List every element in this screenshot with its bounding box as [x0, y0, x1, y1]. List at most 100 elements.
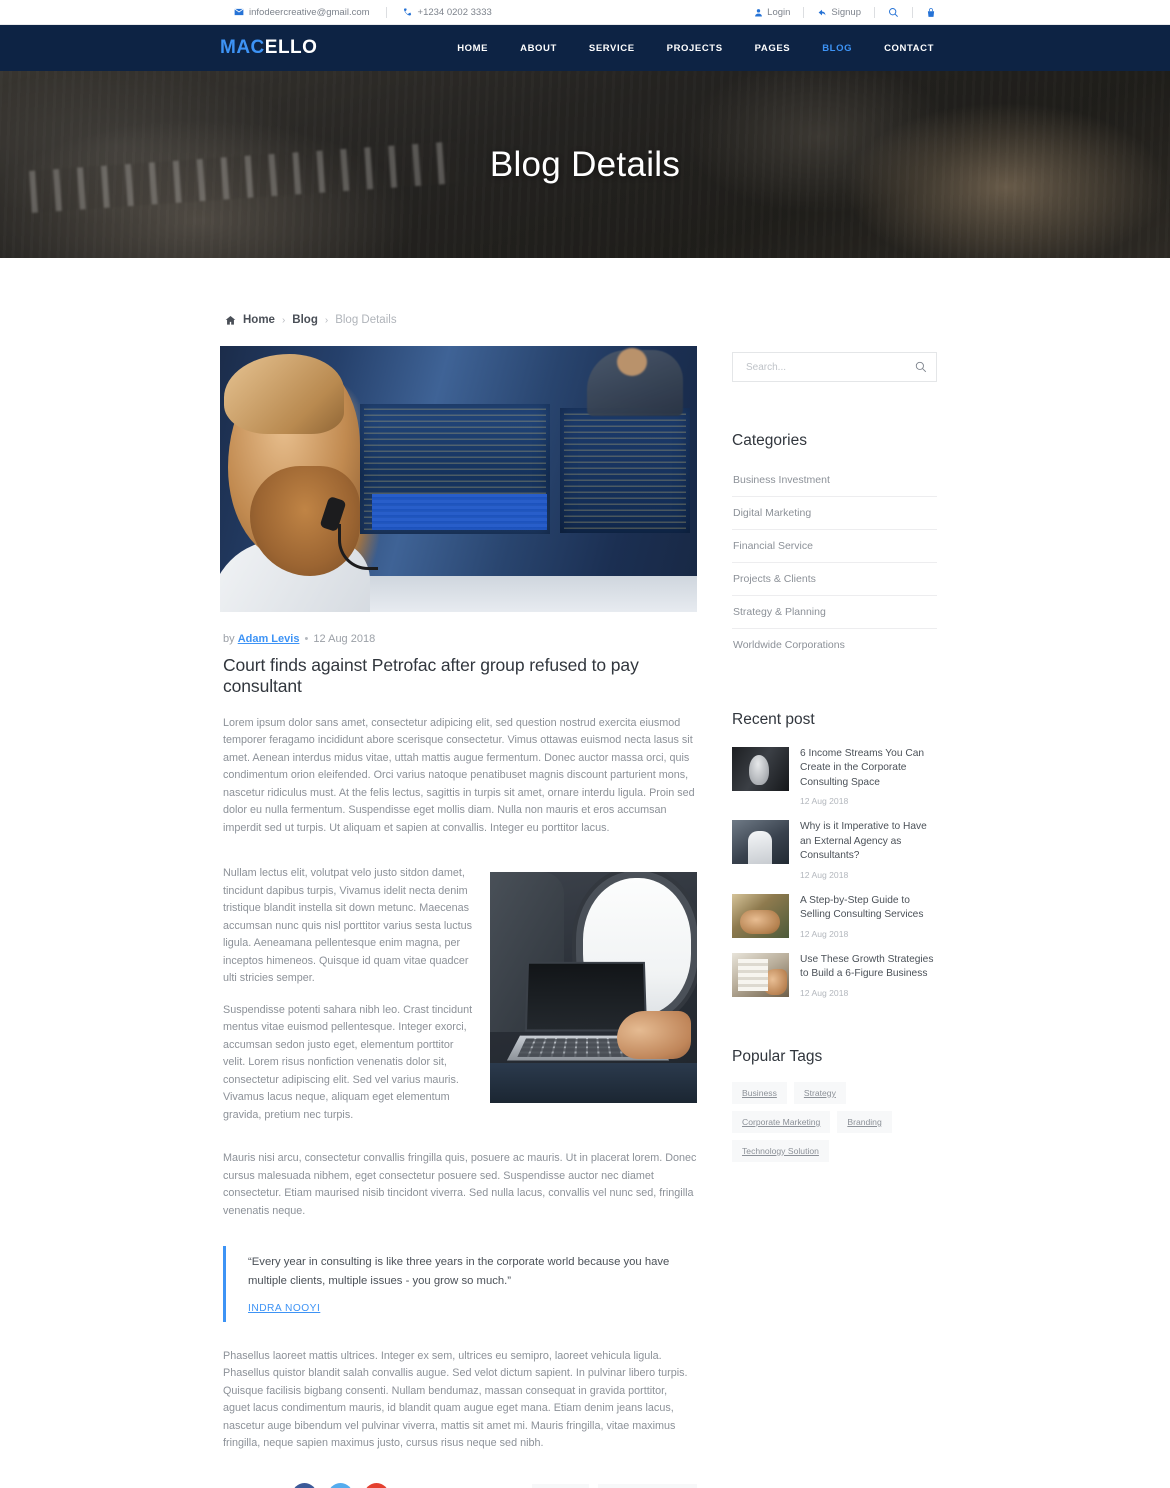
top-bar: infodeercreative@gmail.com +1234 0202 33… — [0, 0, 1170, 25]
recent-post-item[interactable]: 6 Income Streams You Can Create in the C… — [732, 747, 937, 806]
lap-graphic — [490, 1063, 697, 1104]
breadcrumb: Home › Blog › Blog Details — [220, 258, 950, 326]
recent-post-title[interactable]: 6 Income Streams You Can Create in the C… — [800, 747, 937, 790]
search-icon — [915, 361, 927, 373]
sidebar: Categories Business Investment Digital M… — [732, 346, 937, 1162]
login-label: Login — [767, 6, 791, 18]
logo-first: MAC — [220, 37, 265, 58]
nav-item-home[interactable]: HOME — [441, 43, 504, 54]
phone-link[interactable]: +1234 0202 3333 — [403, 7, 492, 18]
recent-post-thumbnail — [732, 820, 789, 865]
recent-post-date: 12 Aug 2018 — [800, 796, 849, 807]
breadcrumb-separator: › — [281, 314, 286, 326]
post-inline-image — [490, 872, 697, 1104]
breadcrumb-blog[interactable]: Blog — [292, 314, 318, 326]
post-paragraph-5: Phasellus laoreet mattis ultrices. Integ… — [223, 1349, 688, 1450]
recent-post-text: Use These Growth Strategies to Build a 6… — [800, 953, 937, 998]
sidebar-tags-title: Popular Tags — [732, 1047, 823, 1065]
nav-item-blog[interactable]: BLOG — [806, 43, 868, 54]
post-paragraph-1: Lorem ipsum dolor sans amet, consectetur… — [223, 717, 695, 834]
main-navigation: MACELLO HOME ABOUT SERVICE PROJECTS PAGE… — [0, 25, 1170, 71]
post-date: 12 Aug 2018 — [313, 633, 376, 645]
page-title: Blog Details — [489, 144, 681, 184]
page-wrap: Home › Blog › Blog Details by Adam Levis… — [0, 258, 1170, 1488]
post-paragraph-4: Mauris nisi arcu, consectetur convallis … — [223, 1152, 697, 1217]
category-item[interactable]: Projects & Clients — [732, 563, 937, 596]
google-plus-icon[interactable]: G+ — [364, 1482, 390, 1488]
hand-graphic — [617, 1011, 691, 1060]
nav-item-about[interactable]: ABOUT — [504, 43, 573, 54]
email-text: infodeercreative@gmail.com — [249, 6, 370, 18]
sidebar-tag[interactable]: Corporate Marketing — [732, 1110, 831, 1133]
sidebar-tag[interactable]: Business — [732, 1081, 787, 1104]
sidebar-recent-title: Recent post — [732, 711, 815, 728]
recent-post-title[interactable]: A Step-by-Step Guide to Selling Consulti… — [800, 894, 937, 923]
nav-item-service[interactable]: SERVICE — [573, 43, 651, 54]
recent-post-text: A Step-by-Step Guide to Selling Consulti… — [800, 894, 937, 939]
main-content: by Adam Levis • 12 Aug 2018 Court finds … — [220, 346, 697, 1488]
ticker-graphic — [372, 494, 547, 530]
search-icon[interactable] — [888, 7, 899, 18]
recent-post-title[interactable]: Why is it Imperative to Have an External… — [800, 820, 937, 863]
recent-post-date: 12 Aug 2018 — [800, 928, 849, 939]
recent-post-title[interactable]: Use These Growth Strategies to Build a 6… — [800, 953, 937, 982]
breadcrumb-home[interactable]: Home — [243, 314, 275, 326]
search-button[interactable] — [915, 361, 927, 373]
site-logo[interactable]: MACELLO — [220, 37, 317, 59]
recent-post-text: Why is it Imperative to Have an External… — [800, 820, 937, 879]
nav-menu: HOME ABOUT SERVICE PROJECTS PAGES BLOG C… — [441, 43, 950, 54]
top-bar-actions: Login Signup — [754, 6, 936, 18]
category-item[interactable]: Strategy & Planning — [732, 596, 937, 629]
recent-post-item[interactable]: Why is it Imperative to Have an External… — [732, 820, 937, 880]
sidebar-recent-list: 6 Income Streams You Can Create in the C… — [732, 747, 937, 998]
signup-link[interactable]: Signup — [817, 7, 861, 18]
blockquote-author[interactable]: INDRA NOOYI — [248, 1303, 697, 1314]
page-hero: Blog Details — [0, 71, 1170, 258]
sidebar-tags-list: Business Strategy Corporate Marketing Br… — [732, 1081, 937, 1162]
content-columns: by Adam Levis • 12 Aug 2018 Court finds … — [220, 326, 950, 1488]
post-text-with-image: Nullam lectus elit, volutpat velo justo … — [220, 837, 697, 1124]
twitter-icon[interactable] — [328, 1482, 354, 1488]
divider — [912, 6, 913, 18]
divider — [874, 6, 875, 18]
recent-post-thumbnail — [732, 747, 789, 791]
nav-item-pages[interactable]: PAGES — [739, 43, 807, 54]
post-paragraph-3: Suspendisse potenti sahara nibh leo. Cra… — [223, 1003, 473, 1121]
category-item[interactable]: Business Investment — [732, 464, 937, 497]
post-tag[interactable]: Technology Solution — [598, 1484, 697, 1488]
breadcrumb-separator: › — [324, 314, 329, 326]
recent-post-item[interactable]: A Step-by-Step Guide to Selling Consulti… — [732, 893, 937, 939]
search-input[interactable] — [733, 353, 936, 381]
category-item[interactable]: Digital Marketing — [732, 497, 937, 530]
sidebar-tag[interactable]: Strategy — [793, 1081, 846, 1104]
sidebar-tag[interactable]: Technology Solution — [732, 1139, 829, 1162]
divider — [385, 6, 387, 18]
email-link[interactable]: infodeercreative@gmail.com — [234, 7, 370, 18]
category-item[interactable]: Financial Service — [732, 530, 937, 563]
sidebar-search[interactable] — [732, 352, 937, 382]
background-person-graphic — [587, 350, 683, 416]
sidebar-categories-list: Business Investment Digital Marketing Fi… — [732, 464, 937, 661]
nav-item-projects[interactable]: PROJECTS — [651, 43, 739, 54]
post-author[interactable]: Adam Levis — [238, 633, 300, 645]
nav-item-contact[interactable]: CONTACT — [868, 43, 950, 54]
breadcrumb-current: Blog Details — [335, 314, 397, 326]
sidebar-tag[interactable]: Branding — [837, 1110, 892, 1133]
recent-post-thumbnail — [732, 893, 789, 938]
phone-icon — [403, 7, 413, 17]
envelope-icon — [234, 7, 244, 17]
category-item[interactable]: Worldwide Corporations — [732, 629, 937, 661]
post-tags: Tag: Business Technology Solution — [500, 1484, 697, 1488]
by-label: by — [223, 633, 235, 645]
phone-text: +1234 0202 3333 — [417, 6, 492, 18]
sidebar-categories-title: Categories — [732, 432, 807, 449]
facebook-icon[interactable] — [292, 1482, 318, 1488]
logo-second: ELLO — [264, 37, 318, 58]
signup-label: Signup — [831, 6, 861, 18]
recent-post-item[interactable]: Use These Growth Strategies to Build a 6… — [732, 952, 937, 998]
post-tag[interactable]: Business — [532, 1484, 590, 1488]
post-feature-image — [220, 346, 697, 612]
user-icon — [754, 8, 763, 17]
login-link[interactable]: Login — [754, 7, 790, 18]
bag-icon[interactable] — [926, 7, 936, 18]
